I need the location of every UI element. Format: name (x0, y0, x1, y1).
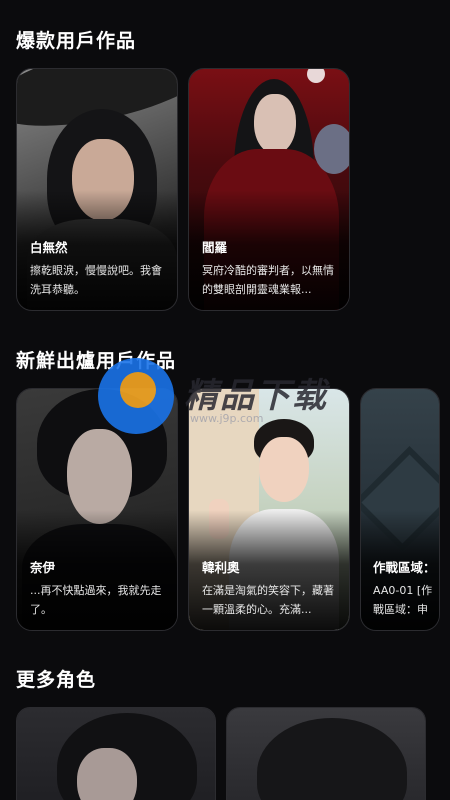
character-description: 擦乾眼淚，慢慢說吧。我會洗耳恭聽。 (30, 264, 162, 296)
character-portrait (227, 708, 425, 800)
character-portrait (17, 708, 215, 800)
character-description: 在滿是淘氣的笑容下，藏著一顆溫柔的心。充滿... (202, 584, 334, 616)
character-description: 冥府冷酷的審判者，以無情的雙眼剖開靈魂業報... (202, 264, 334, 296)
character-card[interactable] (16, 707, 216, 800)
character-card[interactable] (226, 707, 426, 800)
watermark-logo-icon (98, 358, 174, 434)
watermark-url: www.j9p.com (190, 412, 264, 425)
section-title-more: 更多角色 (16, 669, 97, 691)
character-description: ...再不快點過來，我就先走了。 (30, 584, 162, 616)
character-description: AA0-01 [作戰區域：申請] (373, 584, 433, 616)
character-name: 白無然 (30, 240, 68, 255)
character-name: 韓利奧 (202, 560, 240, 575)
character-name: 閻羅 (202, 240, 228, 255)
section-title-hot: 爆款用戶作品 (16, 30, 137, 52)
character-card[interactable]: 白無然 擦乾眼淚，慢慢說吧。我會洗耳恭聽。 (16, 68, 178, 311)
hot-cards-row: 白無然 擦乾眼淚，慢慢說吧。我會洗耳恭聽。 閻羅 冥府冷酷的審判者，以無情的雙眼… (16, 68, 350, 311)
character-name: 作戰區域： (373, 560, 436, 575)
character-card[interactable]: 閻羅 冥府冷酷的審判者，以無情的雙眼剖開靈魂業報... (188, 68, 350, 311)
more-cards-row (16, 707, 426, 800)
watermark-text: 精品下载 (184, 376, 328, 416)
character-card[interactable]: 作戰區域： AA0-01 [作戰區域：申請] (360, 388, 440, 631)
character-name: 奈伊 (30, 560, 56, 575)
